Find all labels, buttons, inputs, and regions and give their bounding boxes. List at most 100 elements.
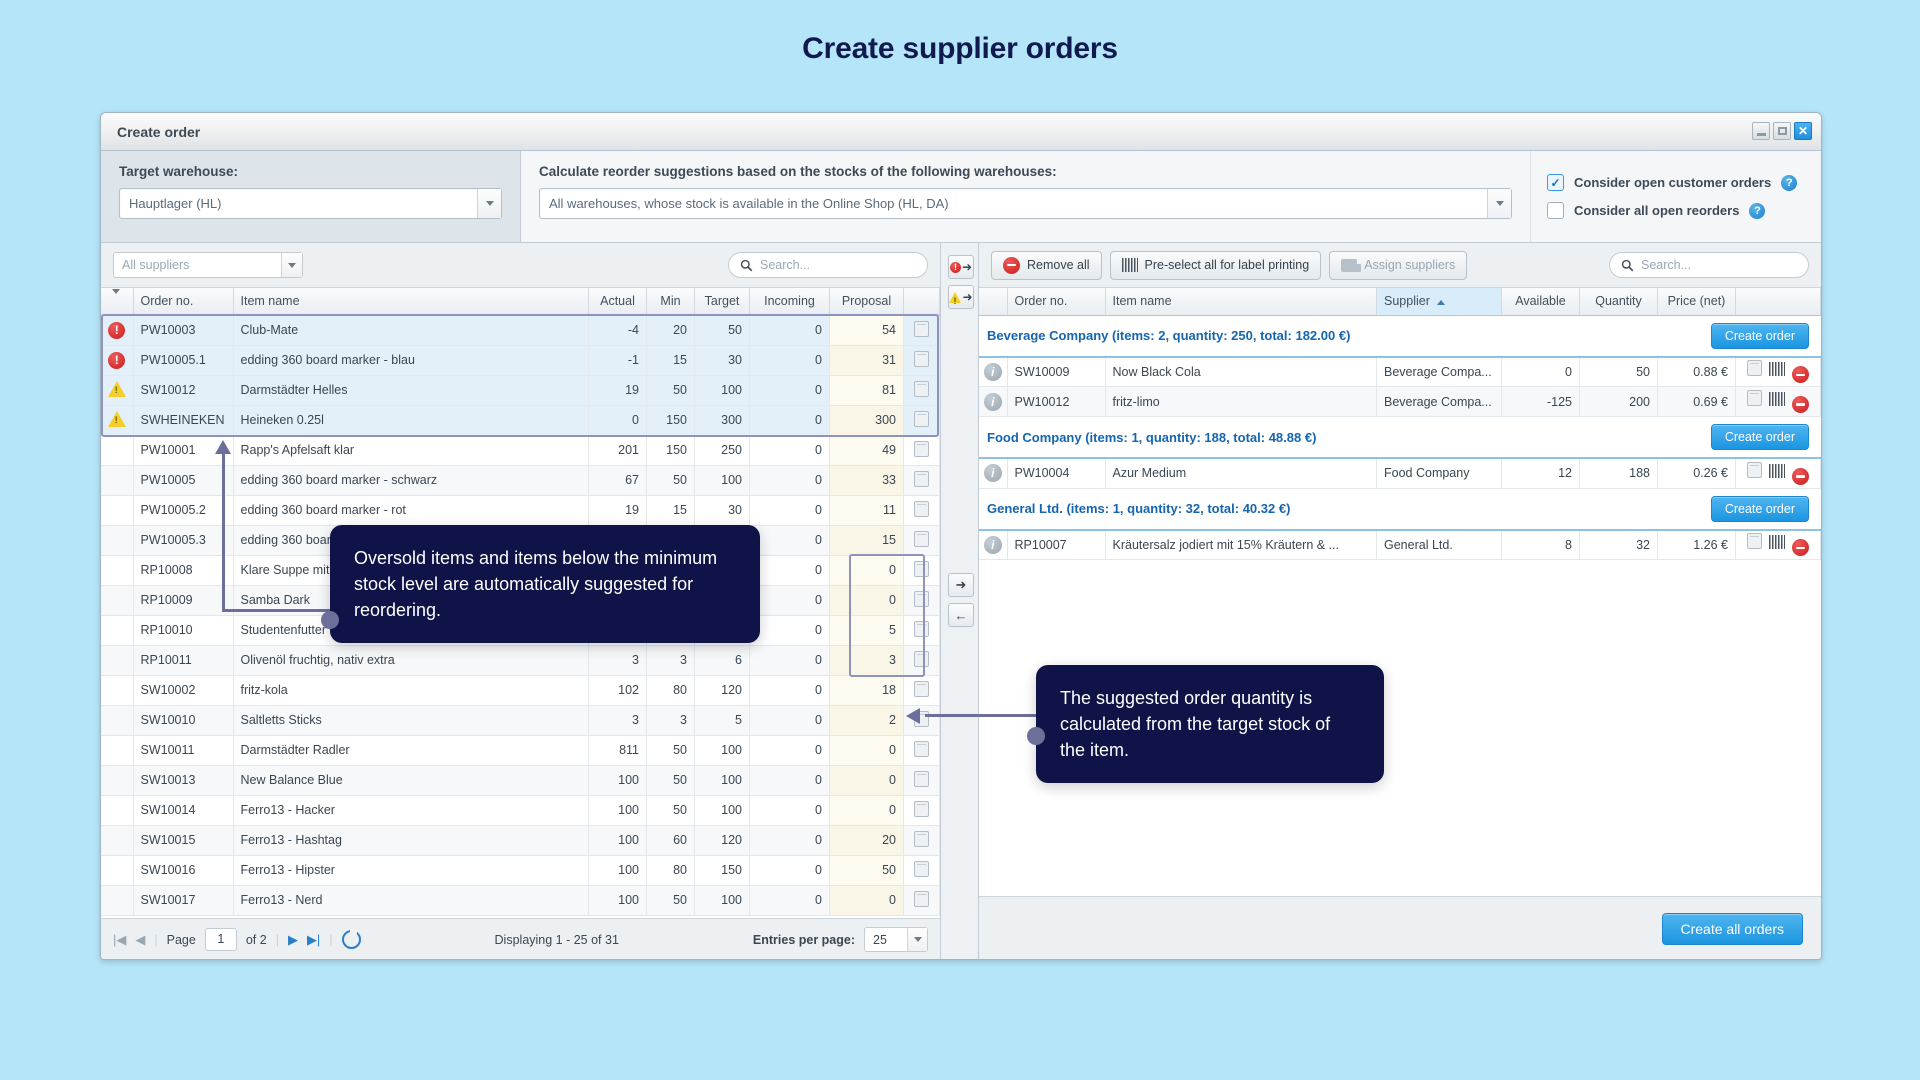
assign-suppliers-button[interactable]: Assign suppliers xyxy=(1329,250,1468,280)
chevron-down-icon[interactable] xyxy=(281,253,302,277)
row-copy-action[interactable] xyxy=(903,525,940,556)
row-proposal[interactable]: 300 xyxy=(829,405,904,436)
barcode-icon[interactable] xyxy=(1769,362,1785,377)
copy-icon[interactable] xyxy=(914,320,929,337)
row-proposal[interactable]: 15 xyxy=(829,525,904,556)
row-info-cell[interactable]: i xyxy=(979,386,1008,417)
last-page-button[interactable]: ▶| xyxy=(307,932,320,948)
basket-col-available[interactable]: Available xyxy=(1501,288,1580,316)
suggestions-col-incoming[interactable]: Incoming xyxy=(749,288,830,316)
create-order-button[interactable]: Create order xyxy=(1710,495,1809,522)
table-row[interactable]: RP10011 Olivenöl fruchtig, nativ extra 3 3 6… xyxy=(101,645,940,676)
consider-open-reorders-row[interactable]: Consider all open reorders ? xyxy=(1547,202,1803,219)
suggestions-col-proposal[interactable]: Proposal xyxy=(829,288,904,316)
row-actions[interactable] xyxy=(1735,386,1821,417)
copy-icon[interactable] xyxy=(914,620,929,637)
help-icon[interactable]: ? xyxy=(1781,174,1798,191)
move-right-button[interactable]: ➜ xyxy=(948,573,974,597)
copy-icon[interactable] xyxy=(914,860,929,877)
barcode-icon[interactable] xyxy=(1769,463,1785,478)
table-row[interactable]: ! PW10003 Club-Mate -4 20 50 0 54 xyxy=(101,315,940,346)
entries-per-page-select[interactable]: 25 xyxy=(864,927,929,952)
table-row[interactable]: i RP10007 Kräutersalz jodiert mit 15% Kräu… xyxy=(979,529,1821,560)
remove-row-icon[interactable] xyxy=(1791,539,1809,557)
info-icon[interactable]: i xyxy=(983,464,1002,483)
row-info-cell[interactable]: i xyxy=(979,458,1008,489)
row-copy-action[interactable] xyxy=(903,855,940,886)
row-proposal[interactable]: 0 xyxy=(829,765,904,796)
row-copy-action[interactable] xyxy=(903,585,940,616)
row-copy-action[interactable] xyxy=(903,615,940,646)
close-icon[interactable]: ✕ xyxy=(1794,122,1812,140)
row-copy-action[interactable] xyxy=(903,555,940,586)
row-proposal[interactable]: 0 xyxy=(829,555,904,586)
barcode-icon[interactable] xyxy=(1769,535,1785,550)
row-actions[interactable] xyxy=(1735,458,1821,489)
row-proposal[interactable]: 18 xyxy=(829,675,904,706)
copy-icon[interactable] xyxy=(914,830,929,847)
row-proposal[interactable]: 0 xyxy=(829,885,904,916)
copy-icon[interactable] xyxy=(914,650,929,667)
table-row[interactable]: SW10002 fritz-kola 102 80 120 0 18 xyxy=(101,675,940,706)
table-row[interactable]: i SW10009 Now Black Cola Beverage Compa... 0… xyxy=(979,356,1821,387)
row-copy-action[interactable] xyxy=(903,765,940,796)
row-copy-action[interactable] xyxy=(903,645,940,676)
row-copy-action[interactable] xyxy=(903,675,940,706)
barcode-icon[interactable] xyxy=(1769,391,1785,406)
row-copy-action[interactable] xyxy=(903,825,940,856)
row-copy-action[interactable] xyxy=(903,495,940,526)
copy-icon[interactable] xyxy=(914,590,929,607)
basket-col-pricenet[interactable]: Price (net) xyxy=(1657,288,1736,316)
basket-col-orderno[interactable]: Order no. xyxy=(1007,288,1106,316)
row-proposal[interactable]: 20 xyxy=(829,825,904,856)
row-info-cell[interactable]: i xyxy=(979,529,1008,560)
copy-icon[interactable] xyxy=(914,410,929,427)
help-icon[interactable]: ? xyxy=(1749,202,1766,219)
row-proposal[interactable]: 31 xyxy=(829,345,904,376)
row-copy-action[interactable] xyxy=(903,465,940,496)
remove-all-button[interactable]: Remove all xyxy=(991,250,1102,280)
copy-icon[interactable] xyxy=(914,380,929,397)
table-row[interactable]: SW10010 Saltletts Sticks 3 3 5 0 2 xyxy=(101,705,940,736)
move-left-button[interactable]: ← xyxy=(948,603,974,627)
copy-icon[interactable] xyxy=(914,350,929,367)
supplier-filter-select[interactable]: All suppliers xyxy=(113,252,303,278)
consider-open-customer-orders-checkbox[interactable]: ✓ xyxy=(1547,174,1564,191)
refresh-icon[interactable] xyxy=(341,929,361,949)
copy-icon[interactable] xyxy=(914,680,929,697)
table-row[interactable]: SWHEINEKENHeineken 0.25l01503000300 xyxy=(101,405,940,436)
row-quantity[interactable]: 188 xyxy=(1579,458,1658,489)
consider-open-customer-orders-row[interactable]: ✓ Consider open customer orders ? xyxy=(1547,174,1803,191)
row-copy-action[interactable] xyxy=(903,795,940,826)
info-icon[interactable]: i xyxy=(983,535,1002,554)
row-info-cell[interactable]: i xyxy=(979,356,1008,387)
copy-icon[interactable] xyxy=(914,800,929,817)
copy-icon[interactable] xyxy=(914,770,929,787)
suggestions-col-target[interactable]: Target xyxy=(694,288,750,316)
info-icon[interactable]: i xyxy=(983,362,1002,381)
basket-col-icon[interactable] xyxy=(1735,288,1821,316)
move-error-items-button[interactable]: ! ➜ xyxy=(948,255,974,279)
row-copy-action[interactable] xyxy=(903,375,940,406)
table-row[interactable]: PW10005 edding 360 board marker - schwarz… xyxy=(101,465,940,496)
row-copy-action[interactable] xyxy=(903,735,940,766)
row-actions[interactable] xyxy=(1735,356,1821,387)
move-warning-items-button[interactable]: ➜ xyxy=(948,285,974,309)
reorder-source-select[interactable]: All warehouses, whose stock is available… xyxy=(539,188,1512,219)
row-proposal[interactable]: 2 xyxy=(829,705,904,736)
row-proposal[interactable]: 0 xyxy=(829,585,904,616)
row-copy-action[interactable] xyxy=(903,315,940,346)
create-order-button[interactable]: Create order xyxy=(1710,322,1809,349)
copy-icon[interactable] xyxy=(914,740,929,757)
table-row[interactable]: i PW10004 Azur Medium Food Company 12 188 0.26… xyxy=(979,458,1821,489)
basket-col-quantity[interactable]: Quantity xyxy=(1579,288,1658,316)
copy-icon[interactable] xyxy=(1747,360,1763,377)
basket-col-itemname[interactable]: Item name xyxy=(1105,288,1377,316)
table-row[interactable]: SW10011 Darmstädter Radler 811 50 100 0 0 xyxy=(101,735,940,766)
row-copy-action[interactable] xyxy=(903,345,940,376)
basket-col-icon[interactable] xyxy=(979,288,1008,316)
table-row[interactable]: SW10012Darmstädter Helles1950100081 xyxy=(101,375,940,406)
minimize-icon[interactable] xyxy=(1752,122,1770,140)
table-row[interactable]: i PW10012 fritz-limo Beverage Compa... -125 2… xyxy=(979,386,1821,417)
row-proposal[interactable]: 50 xyxy=(829,855,904,886)
